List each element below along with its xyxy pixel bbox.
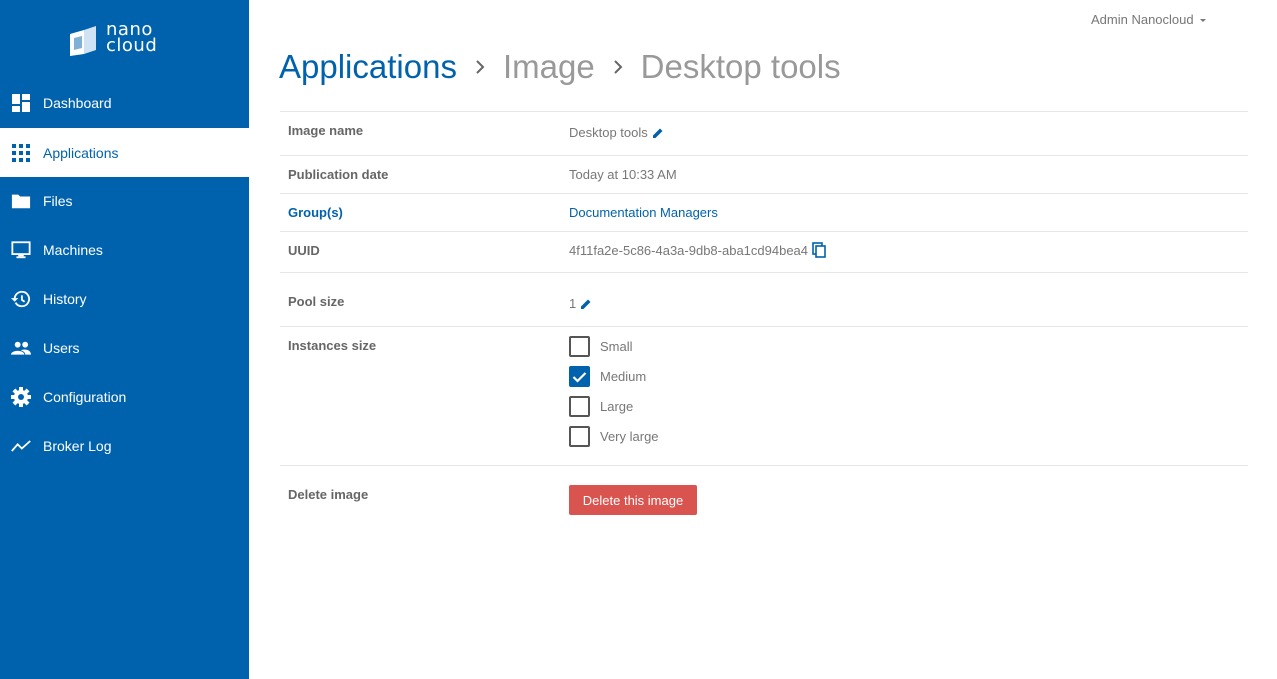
checkbox-box[interactable] (569, 426, 590, 447)
publication-date-value: Today at 10:33 AM (569, 167, 677, 182)
chevron-right-icon (613, 60, 623, 74)
delete-image-label: Delete image (288, 487, 369, 502)
checkbox-label: Medium (600, 369, 647, 384)
sidebar-item-label: Users (43, 339, 80, 356)
user-menu[interactable]: Admin Nanocloud (1091, 12, 1206, 27)
edit-pencil-icon[interactable] (652, 127, 664, 139)
sidebar-item-label: Dashboard (43, 94, 112, 111)
sidebar-item-users[interactable]: Users (0, 323, 249, 372)
sidebar-item-dashboard[interactable]: Dashboard (0, 78, 249, 127)
divider (280, 465, 1248, 466)
uuid-label: UUID (288, 243, 320, 258)
sidebar-item-label: Files (43, 192, 73, 209)
breadcrumb-applications[interactable]: Applications (279, 48, 457, 86)
divider (280, 155, 1248, 156)
sidebar: nano cloud Dashboard Applications Files … (0, 0, 249, 679)
breadcrumb-current: Desktop tools (640, 48, 841, 85)
user-name: Admin Nanocloud (1091, 12, 1194, 27)
gear-icon (11, 386, 31, 407)
sidebar-item-label: Applications (43, 144, 119, 161)
divider (280, 231, 1248, 232)
chevron-right-icon (475, 60, 485, 74)
divider (280, 193, 1248, 194)
edit-pencil-icon[interactable] (580, 298, 592, 310)
sidebar-item-history[interactable]: History (0, 274, 249, 323)
groups-label[interactable]: Group(s) (288, 205, 343, 220)
sidebar-item-label: Configuration (43, 388, 127, 405)
sidebar-item-configuration[interactable]: Configuration (0, 372, 249, 421)
apps-grid-icon (11, 143, 31, 163)
divider (280, 111, 1248, 112)
sidebar-item-applications[interactable]: Applications (0, 128, 249, 177)
history-icon (11, 289, 31, 309)
sidebar-item-machines[interactable]: Machines (0, 225, 249, 274)
image-name-label: Image name (288, 123, 364, 138)
pool-size-value: 1 (569, 296, 592, 311)
nanocloud-logo[interactable]: nano cloud (68, 20, 168, 64)
caret-down-icon (1199, 18, 1206, 22)
groups-value-link[interactable]: Documentation Managers (569, 205, 718, 220)
logo-icon (70, 26, 96, 56)
users-icon (11, 338, 31, 358)
checkbox-label: Very large (600, 429, 659, 444)
monitor-icon (11, 240, 31, 260)
image-name-value: Desktop tools (569, 125, 664, 140)
dashboard-icon (11, 93, 31, 113)
checkbox-box[interactable] (569, 336, 590, 357)
divider (280, 326, 1248, 327)
checkbox-box[interactable] (569, 396, 590, 417)
breadcrumb-image: Image (502, 48, 595, 85)
sidebar-item-files[interactable]: Files (0, 176, 249, 225)
instance-size-very-large-checkbox[interactable]: Very large (569, 426, 659, 447)
checkmark-icon (572, 371, 587, 383)
instance-size-large-checkbox[interactable]: Large (569, 396, 633, 417)
trend-line-icon (11, 436, 31, 456)
copy-icon[interactable] (812, 242, 826, 258)
delete-image-button[interactable]: Delete this image (569, 485, 697, 515)
instance-size-medium-checkbox[interactable]: Medium (569, 366, 646, 387)
divider (280, 272, 1248, 273)
sidebar-item-label: History (43, 290, 87, 307)
logo-text: nano cloud (106, 19, 158, 56)
checkbox-label: Large (600, 399, 634, 414)
pool-size-label: Pool size (288, 294, 345, 309)
sidebar-item-label: Broker Log (43, 437, 112, 454)
publication-date-label: Publication date (288, 167, 389, 182)
uuid-value: 4f11fa2e-5c86-4a3a-9db8-aba1cd94bea4 (569, 242, 826, 258)
sidebar-item-broker-log[interactable]: Broker Log (0, 421, 249, 470)
instance-size-small-checkbox[interactable]: Small (569, 336, 633, 357)
sidebar-item-label: Machines (43, 241, 103, 258)
checkbox-label: Small (600, 339, 633, 354)
breadcrumb: Applications Image Desktop tools (279, 48, 841, 86)
instances-size-label: Instances size (288, 338, 377, 353)
checkbox-box[interactable] (569, 366, 590, 387)
folder-icon (11, 191, 31, 211)
